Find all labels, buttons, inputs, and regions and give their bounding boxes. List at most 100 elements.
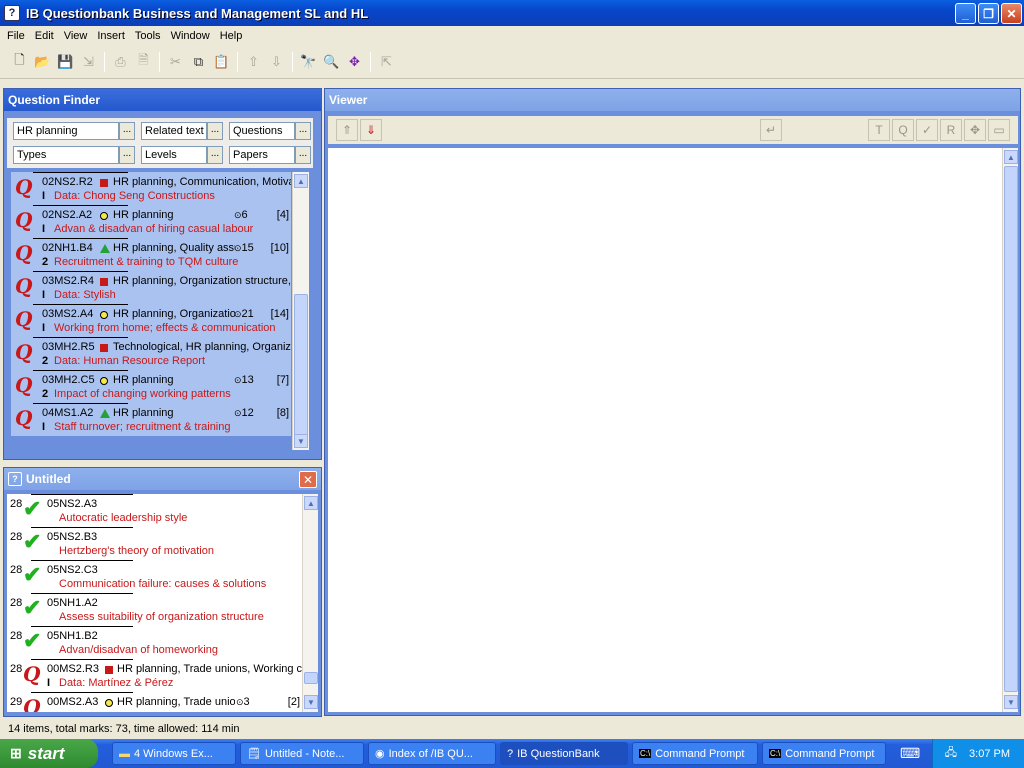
export-icon[interactable]: ⇱	[375, 51, 398, 73]
taskbar-item[interactable]: C:\ Command Prompt	[762, 742, 886, 765]
taskbar-item[interactable]: ◉ Index of /IB QU...	[368, 742, 496, 765]
question-description: Communication failure: causes & solution…	[59, 578, 267, 590]
viewer-scrollbar[interactable]: ▲ ▼	[1002, 148, 1018, 712]
scroll-up-arrow[interactable]: ▲	[304, 496, 318, 510]
selected-list-item[interactable]: 28 ✔ 05NS2.C3 Communication failure: causes…	[7, 560, 302, 593]
menu-view[interactable]: View	[59, 30, 93, 42]
scroll-thumb[interactable]	[1004, 166, 1018, 692]
item-divider	[31, 692, 133, 693]
types-filter[interactable]: Types ...	[13, 146, 135, 164]
topic-filter-browse-button[interactable]: ...	[119, 122, 135, 140]
text-tool-icon[interactable]: T	[868, 119, 890, 141]
expand-up-icon[interactable]: ⇑	[336, 119, 358, 141]
frame-tool-icon[interactable]: ▭	[988, 119, 1010, 141]
selected-list-item[interactable]: 28 ✔ 05NS2.A3 Autocratic leadership style	[7, 494, 302, 527]
question-list-item[interactable]: Q 02NS2.A2 HR planning ⊙6 [4] I Advan & disadv…	[11, 205, 291, 238]
selected-list-item[interactable]: 28 ✔ 05NH1.A2 Assess suitability of organiz…	[7, 593, 302, 626]
untitled-title-bar: ? Untitled	[4, 468, 321, 490]
related-filter[interactable]: Related text ...	[141, 122, 223, 140]
taskbar-item[interactable]: ▬ 4 Windows Ex...	[112, 742, 236, 765]
question-marks: [14]	[270, 308, 289, 320]
question-list-item[interactable]: Q 04MS1.A2 HR planning ⊙12 [8] I Staff turnove…	[11, 403, 291, 436]
notepad-icon: 🗒	[247, 748, 261, 760]
paste-icon[interactable]: 📋	[210, 51, 233, 73]
scroll-down-arrow[interactable]: ▼	[1004, 695, 1018, 709]
question-list-item[interactable]: Q 02NH1.B4 HR planning, Quality assurance⊙…	[11, 238, 291, 271]
menu-window[interactable]: Window	[166, 30, 215, 42]
find-icon[interactable]: 🔭	[297, 51, 320, 73]
questions-filter-browse-button[interactable]: ...	[295, 122, 311, 140]
selected-question-list[interactable]: 28 ✔ 05NS2.A3 Autocratic leadership style 28…	[7, 494, 302, 712]
question-list[interactable]: Q 02NS2.R2 HR planning, Communication, Mot…	[11, 172, 291, 436]
menu-help[interactable]: Help	[215, 30, 248, 42]
clock[interactable]: 3:07 PM	[969, 748, 1010, 760]
levels-filter-browse-button[interactable]: ...	[207, 146, 223, 164]
question-list-item[interactable]: Q 03MS2.A4 HR planning, Organization struc…	[11, 304, 291, 337]
scroll-thumb[interactable]	[294, 294, 308, 436]
restore-button[interactable]: ❐	[978, 3, 999, 24]
question-tool-icon[interactable]: Q	[892, 119, 914, 141]
viewer-content[interactable]	[328, 148, 1002, 712]
scroll-up-arrow[interactable]: ▲	[1004, 150, 1018, 164]
papers-filter[interactable]: Papers ...	[229, 146, 311, 164]
command-prompt-icon: C:\	[769, 749, 782, 758]
taskbar-item[interactable]: 🗒 Untitled - Note...	[240, 742, 364, 765]
return-icon[interactable]: ↵	[760, 119, 782, 141]
expand-down-icon[interactable]: ⇓	[360, 119, 382, 141]
save-icon[interactable]: 💾	[54, 51, 77, 73]
move-down-icon[interactable]: ⇩	[265, 51, 288, 73]
status-text: 14 items, total marks: 73, time allowed:…	[8, 723, 240, 735]
close-button[interactable]: ✕	[1001, 3, 1022, 24]
scroll-thumb[interactable]	[304, 672, 318, 684]
taskbar-item[interactable]: C:\ Command Prompt	[632, 742, 758, 765]
scroll-down-arrow[interactable]: ▼	[294, 434, 308, 448]
question-list-item[interactable]: Q 02NS2.R2 HR planning, Communication, Mot…	[11, 172, 291, 205]
taskbar-item[interactable]: ? IB QuestionBank	[500, 742, 628, 765]
scroll-up-arrow[interactable]: ▲	[294, 174, 308, 188]
keyboard-icon[interactable]: ⌨	[900, 745, 920, 762]
menu-tools[interactable]: Tools	[130, 30, 166, 42]
square-marker-icon	[100, 278, 108, 286]
menu-insert[interactable]: Insert	[92, 30, 130, 42]
papers-filter-browse-button[interactable]: ...	[295, 146, 311, 164]
menu-edit[interactable]: Edit	[30, 30, 59, 42]
reference-tool-icon[interactable]: R	[940, 119, 962, 141]
time-allowed: ⊙3	[236, 696, 250, 708]
levels-filter[interactable]: Levels ...	[141, 146, 223, 164]
types-filter-browse-button[interactable]: ...	[119, 146, 135, 164]
selected-list-item[interactable]: 28 ✔ 05NS2.B3 Hertzberg's theory of motivat…	[7, 527, 302, 560]
untitled-close-button[interactable]: ✕	[299, 471, 317, 488]
check-tool-icon[interactable]: ✓	[916, 119, 938, 141]
question-list-item[interactable]: Q 03MH2.R5 Technological, HR planning, Org…	[11, 337, 291, 370]
cut-icon[interactable]: ✂	[164, 51, 187, 73]
menu-file[interactable]: File	[2, 30, 30, 42]
title-bar[interactable]: ? IB Questionbank Business and Managemen…	[0, 0, 1024, 26]
question-icon: Q	[15, 307, 33, 331]
selected-list-item[interactable]: 28 Q 00MS2.R3 HR planning, Trade unions, Wo…	[7, 659, 302, 692]
start-button[interactable]: ⊞ start	[0, 739, 98, 768]
topic-filter[interactable]: HR planning ...	[13, 122, 135, 140]
minimize-button[interactable]: _	[955, 3, 976, 24]
square-marker-icon	[100, 179, 108, 187]
copy-icon[interactable]: ⧉	[187, 51, 210, 73]
selected-list-item[interactable]: 29 Q 00MS2.A3 HR planning, Trade unions ⊙3 [2…	[7, 692, 302, 712]
question-list-item[interactable]: Q 03MH2.C5 HR planning ⊙13 [7] 2 Impact of cha…	[11, 370, 291, 403]
zoom-icon[interactable]: 🔍	[320, 51, 343, 73]
selected-list-scrollbar[interactable]: ▲ ▼	[302, 494, 318, 712]
related-filter-browse-button[interactable]: ...	[207, 122, 223, 140]
question-code: 00MS2.R3	[47, 663, 99, 675]
move-tool-icon[interactable]: ✥	[964, 119, 986, 141]
network-icon[interactable]: 🖧	[945, 744, 957, 763]
save-as-icon[interactable]: ⇲	[77, 51, 100, 73]
new-document-icon[interactable]: 🗋	[8, 51, 31, 73]
print-icon[interactable]: ⎙	[109, 51, 132, 73]
navigate-arrows-icon[interactable]: ✥	[343, 51, 366, 73]
scroll-down-arrow[interactable]: ▼	[304, 695, 318, 709]
move-up-icon[interactable]: ⇧	[242, 51, 265, 73]
open-folder-icon[interactable]: 📂	[31, 51, 54, 73]
question-list-scrollbar[interactable]: ▲ ▼	[292, 172, 309, 450]
questions-filter[interactable]: Questions ...	[229, 122, 311, 140]
selected-list-item[interactable]: 28 ✔ 05NH1.B2 Advan/disadvan of homeworking	[7, 626, 302, 659]
question-list-item[interactable]: Q 03MS2.R4 HR planning, Organization struc…	[11, 271, 291, 304]
print-preview-icon[interactable]: 🗎	[132, 51, 155, 73]
